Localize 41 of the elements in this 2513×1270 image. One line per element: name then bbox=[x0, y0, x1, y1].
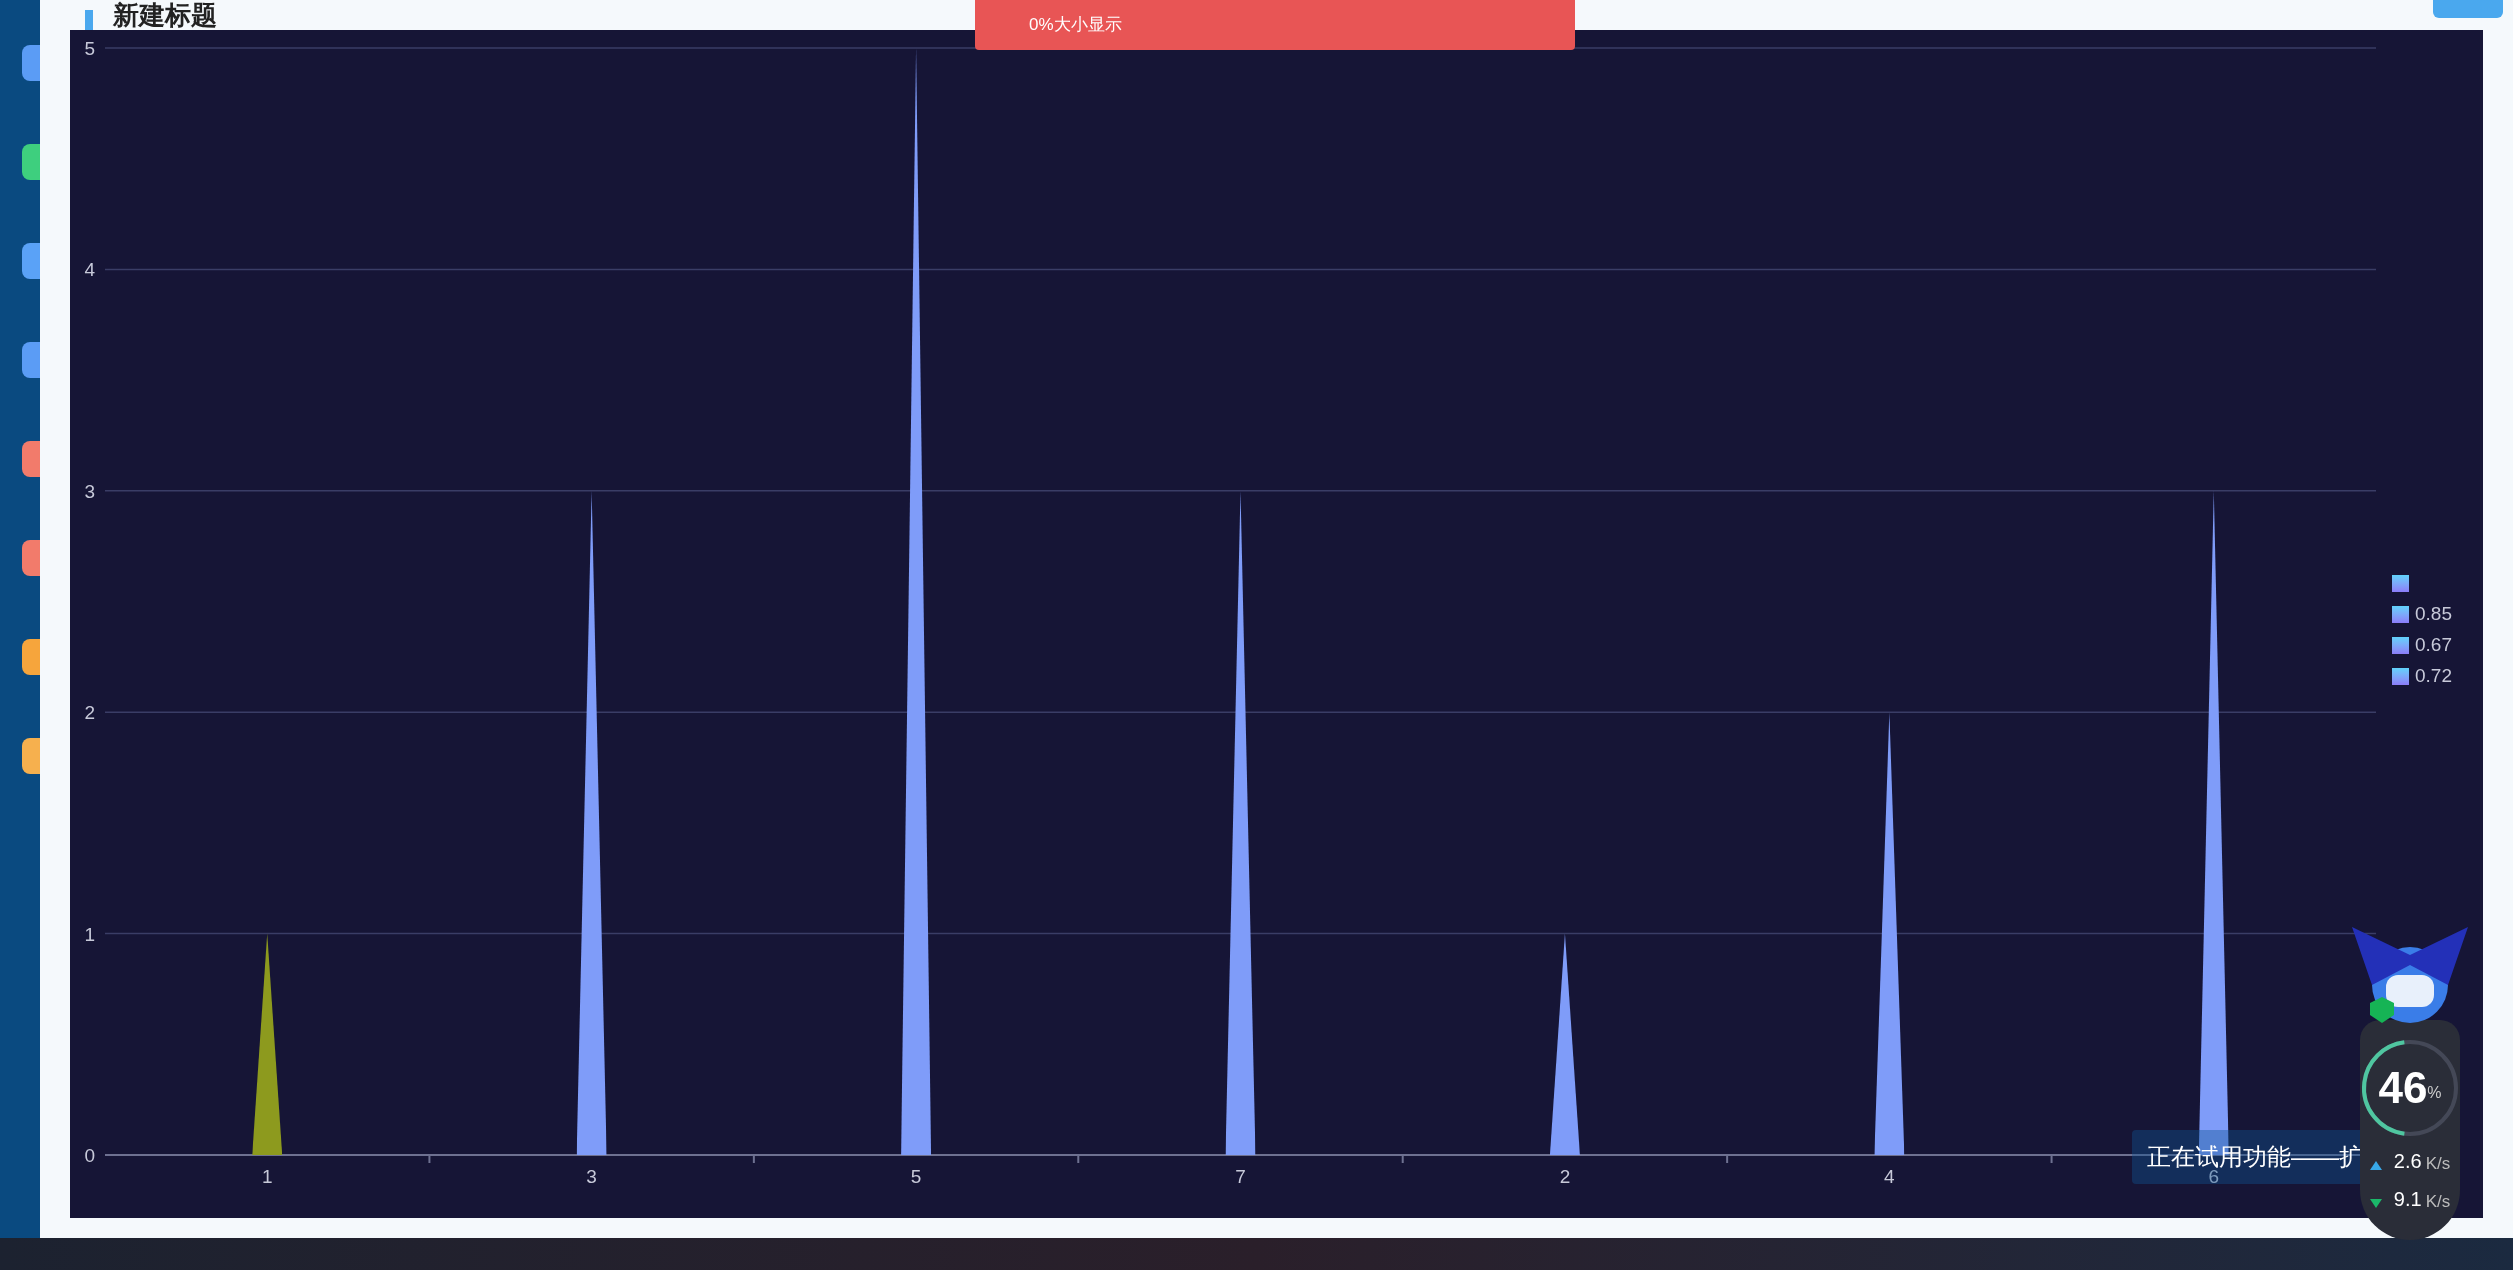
legend-label: 0.85 bbox=[2415, 601, 2452, 626]
axis-label: 2 bbox=[84, 702, 95, 724]
app-icon[interactable] bbox=[22, 738, 40, 774]
legend-label: 0.67 bbox=[2415, 632, 2452, 657]
toast-message: 0%大小显示 bbox=[1029, 14, 1122, 37]
axis-label: 1 bbox=[261, 1166, 273, 1187]
banner-text: 正在试用功能——扩 bbox=[2147, 1142, 2363, 1170]
axis-label: 4 bbox=[84, 259, 95, 281]
download-icon bbox=[2369, 1199, 2382, 1208]
page-title: 新建标题 bbox=[113, 0, 217, 30]
download-speed: 9.1 bbox=[2393, 1187, 2422, 1212]
download-unit: K/s bbox=[2425, 1190, 2451, 1213]
axis-label: 7 bbox=[1235, 1166, 1246, 1187]
axis-label: 2 bbox=[1559, 1166, 1571, 1187]
legend-swatch bbox=[2392, 667, 2409, 685]
percent-sign: % bbox=[2427, 1083, 2442, 1103]
axis-label: 1 bbox=[84, 923, 95, 945]
app-icon[interactable] bbox=[22, 45, 40, 81]
upload-speed: 2.6 bbox=[2393, 1149, 2422, 1174]
axis-label: 5 bbox=[910, 1166, 922, 1187]
app-icon[interactable] bbox=[22, 441, 40, 477]
axis-label: 4 bbox=[1884, 1166, 1895, 1187]
app-icon[interactable] bbox=[22, 144, 40, 180]
percent-value: 46 bbox=[2378, 1062, 2428, 1114]
network-monitor[interactable]: 46% 2.6 K/s 9.1 K/s bbox=[2360, 1020, 2460, 1240]
app-icon[interactable] bbox=[22, 540, 40, 576]
mascot-icon bbox=[2350, 925, 2470, 1025]
title-marker bbox=[85, 10, 93, 30]
upload-icon bbox=[2369, 1161, 2382, 1170]
axis-label: 3 bbox=[84, 480, 95, 502]
axis-label: 5 bbox=[84, 38, 95, 59]
app-icon[interactable] bbox=[22, 342, 40, 378]
legend-swatch bbox=[2392, 574, 2409, 592]
app-icon[interactable] bbox=[22, 243, 40, 279]
app-icon[interactable] bbox=[22, 639, 40, 675]
legend-label: 0.72 bbox=[2415, 663, 2452, 688]
legend-swatch bbox=[2392, 636, 2409, 654]
upload-unit: K/s bbox=[2425, 1152, 2451, 1175]
axis-label: 3 bbox=[586, 1166, 597, 1187]
axis-label: 0 bbox=[84, 1145, 95, 1166]
legend-swatch bbox=[2392, 605, 2409, 623]
